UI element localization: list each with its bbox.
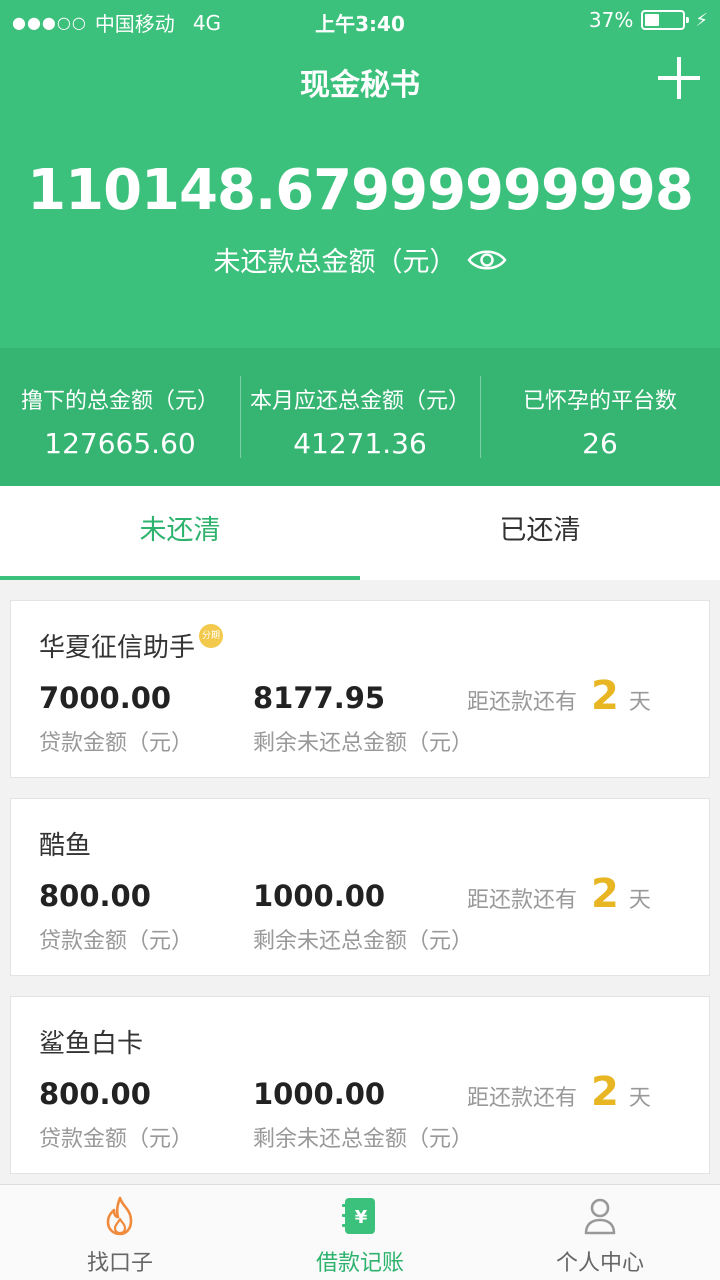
loan-name-row: 鲨鱼白卡 bbox=[39, 1023, 143, 1060]
loan-list: 华夏征信助手 分期 7000.00 贷款金额（元） 8177.95 剩余未还总金… bbox=[10, 600, 710, 1194]
due-prefix: 距还款还有 bbox=[467, 690, 578, 715]
total-unpaid-amount: 110148.67999999998 bbox=[27, 158, 694, 223]
nav-label: 找口子 bbox=[86, 1251, 153, 1276]
loan-name-row: 华夏征信助手 分期 bbox=[39, 623, 224, 664]
due-prefix: 距还款还有 bbox=[467, 1086, 578, 1111]
due-unit: 天 bbox=[628, 1086, 651, 1111]
loan-name-row: 酷鱼 bbox=[39, 825, 91, 862]
remaining-amount: 1000.00 bbox=[253, 879, 386, 913]
stat-platform-count: 已怀孕的平台数 26 bbox=[480, 348, 720, 486]
loan-name: 酷鱼 bbox=[39, 831, 92, 861]
loan-amount: 7000.00 bbox=[39, 681, 172, 715]
total-unpaid-label-row: 未还款总金额（元） bbox=[0, 240, 720, 279]
stat-month-due: 本月应还总金额（元） 41271.36 bbox=[240, 348, 480, 486]
battery-icon bbox=[641, 10, 690, 30]
loan-card[interactable]: 华夏征信助手 分期 7000.00 贷款金额（元） 8177.95 剩余未还总金… bbox=[10, 600, 710, 778]
loan-amount-label: 贷款金额（元） bbox=[39, 731, 194, 756]
flame-icon bbox=[106, 1196, 133, 1236]
stat-label: 已怀孕的平台数 bbox=[522, 389, 677, 414]
header: ●●●○○ 中国移动 4G 上午3:40 37% ⚡ 现金秘书 110148.6… bbox=[0, 0, 720, 348]
nav-label: 借款记账 bbox=[315, 1251, 404, 1276]
nav-label: 个人中心 bbox=[555, 1251, 644, 1276]
installment-badge: 分期 bbox=[199, 623, 224, 648]
due-days: 2 bbox=[591, 673, 619, 719]
stat-value: 41271.36 bbox=[293, 427, 427, 460]
stat-label: 撸下的总金额（元） bbox=[20, 389, 219, 414]
remaining-amount-label: 剩余未还总金额（元） bbox=[253, 1127, 474, 1152]
add-loan-button[interactable] bbox=[656, 55, 702, 101]
battery-percent: 37% bbox=[588, 8, 634, 32]
due-countdown: 距还款还有 2 天 bbox=[467, 871, 651, 917]
remaining-amount-label: 剩余未还总金额（元） bbox=[253, 731, 474, 756]
tab-bar: 未还清 已还清 bbox=[0, 486, 720, 580]
page-title: 现金秘书 bbox=[300, 68, 420, 103]
svg-text:¥: ¥ bbox=[355, 1207, 368, 1228]
nav-profile[interactable]: 个人中心 bbox=[480, 1185, 720, 1280]
tab-paid[interactable]: 已还清 bbox=[360, 486, 720, 580]
due-unit: 天 bbox=[628, 690, 651, 715]
bottom-nav: 找口子 ¥ 借款记账 个人中心 bbox=[0, 1184, 720, 1280]
charging-bolt-icon: ⚡ bbox=[695, 9, 708, 31]
loan-amount-label: 贷款金额（元） bbox=[39, 1127, 194, 1152]
ledger-yuan-icon: ¥ bbox=[342, 1198, 375, 1234]
loan-amount-label: 贷款金额（元） bbox=[39, 929, 194, 954]
due-unit: 天 bbox=[628, 888, 651, 913]
nav-find-lender[interactable]: 找口子 bbox=[0, 1185, 240, 1280]
stat-total-borrowed: 撸下的总金额（元） 127665.60 bbox=[0, 348, 240, 486]
due-days: 2 bbox=[591, 871, 619, 917]
total-unpaid-label: 未还款总金额（元） bbox=[213, 247, 457, 278]
loan-card[interactable]: 鲨鱼白卡 800.00 贷款金额（元） 1000.00 剩余未还总金额（元） 距… bbox=[10, 996, 710, 1174]
status-bar: ●●●○○ 中国移动 4G 上午3:40 37% ⚡ bbox=[0, 0, 720, 40]
tab-unpaid[interactable]: 未还清 bbox=[0, 486, 360, 580]
stats-bar: 撸下的总金额（元） 127665.60 本月应还总金额（元） 41271.36 … bbox=[0, 348, 720, 486]
loan-name: 华夏征信助手 bbox=[39, 633, 196, 663]
remaining-amount-label: 剩余未还总金额（元） bbox=[253, 929, 474, 954]
loan-name: 鲨鱼白卡 bbox=[39, 1029, 144, 1059]
due-days: 2 bbox=[591, 1069, 619, 1115]
loan-amount: 800.00 bbox=[39, 1077, 151, 1111]
loan-card[interactable]: 酷鱼 800.00 贷款金额（元） 1000.00 剩余未还总金额（元） 距还款… bbox=[10, 798, 710, 976]
battery-fill bbox=[645, 14, 659, 26]
due-countdown: 距还款还有 2 天 bbox=[467, 1069, 651, 1115]
status-right: 37% ⚡ bbox=[589, 8, 708, 32]
person-icon bbox=[584, 1198, 616, 1235]
remaining-amount: 1000.00 bbox=[253, 1077, 386, 1111]
stat-value: 127665.60 bbox=[44, 427, 196, 460]
due-prefix: 距还款还有 bbox=[467, 888, 578, 913]
battery-tip bbox=[686, 17, 690, 23]
stat-label: 本月应还总金额（元） bbox=[249, 389, 470, 414]
eye-icon[interactable] bbox=[466, 247, 507, 273]
due-countdown: 距还款还有 2 天 bbox=[467, 673, 651, 719]
stat-value: 26 bbox=[582, 427, 618, 460]
loan-amount: 800.00 bbox=[39, 879, 151, 913]
remaining-amount: 8177.95 bbox=[253, 681, 386, 715]
nav-loan-ledger[interactable]: ¥ 借款记账 bbox=[240, 1185, 480, 1280]
